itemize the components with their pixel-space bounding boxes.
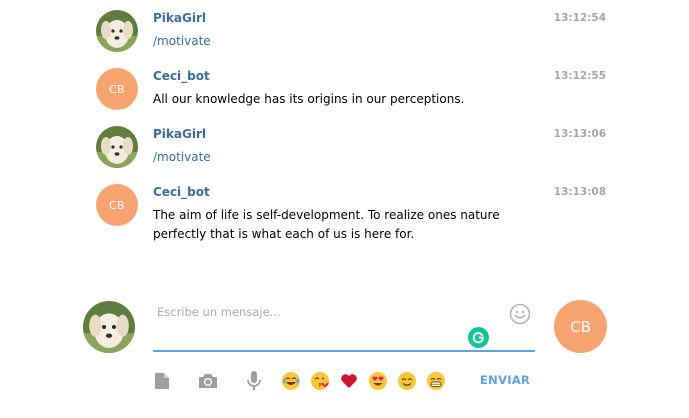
chat-window: PikaGirl 13:12:54 /motivate CB Ceci_bot … (0, 0, 689, 418)
kiss-emoji-icon[interactable] (310, 371, 330, 391)
smile-emoji-icon[interactable] (397, 371, 417, 391)
message-item: CB Ceci_bot 13:13:08 The aim of life is … (96, 184, 606, 244)
message-item: CB Ceci_bot 13:12:55 All our knowledge h… (96, 68, 606, 110)
dog-avatar-icon (83, 301, 135, 353)
heart-emoji-icon[interactable] (339, 371, 359, 391)
message-item: PikaGirl 13:13:06 /motivate (96, 126, 606, 168)
message-text: The aim of life is self-development. To … (153, 208, 500, 241)
message-text[interactable]: /motivate (153, 32, 553, 51)
camera-icon[interactable] (196, 370, 220, 392)
emoji-picker-icon[interactable] (509, 303, 531, 325)
message-time: 13:13:08 (553, 186, 606, 198)
grin-emoji-icon[interactable] (426, 371, 446, 391)
my-avatar[interactable] (83, 301, 135, 353)
dog-avatar-icon (96, 10, 138, 52)
dog-avatar-icon (96, 126, 138, 168)
avatar[interactable] (96, 10, 138, 52)
message-time: 13:12:55 (553, 70, 606, 82)
message-text: All our knowledge has its origins in our… (153, 92, 465, 106)
document-icon[interactable] (150, 370, 174, 392)
message-item: PikaGirl 13:12:54 /motivate (96, 10, 606, 52)
joy-emoji-icon[interactable] (281, 371, 301, 391)
heart-eyes-emoji-icon[interactable] (368, 371, 388, 391)
peer-avatar[interactable]: CB (554, 300, 607, 353)
message-author[interactable]: Ceci_bot (153, 184, 210, 200)
send-button[interactable]: ENVIAR (480, 373, 530, 387)
avatar[interactable]: CB (96, 184, 138, 226)
message-time: 13:13:06 (553, 128, 606, 140)
grammarly-icon[interactable] (468, 327, 489, 348)
message-time: 13:12:54 (553, 12, 606, 24)
message-author[interactable]: PikaGirl (153, 10, 206, 26)
message-author[interactable]: PikaGirl (153, 126, 206, 142)
microphone-icon[interactable] (242, 370, 266, 392)
avatar[interactable]: CB (96, 68, 138, 110)
message-text[interactable]: /motivate (153, 148, 553, 167)
message-author[interactable]: Ceci_bot (153, 68, 210, 84)
avatar[interactable] (96, 126, 138, 168)
